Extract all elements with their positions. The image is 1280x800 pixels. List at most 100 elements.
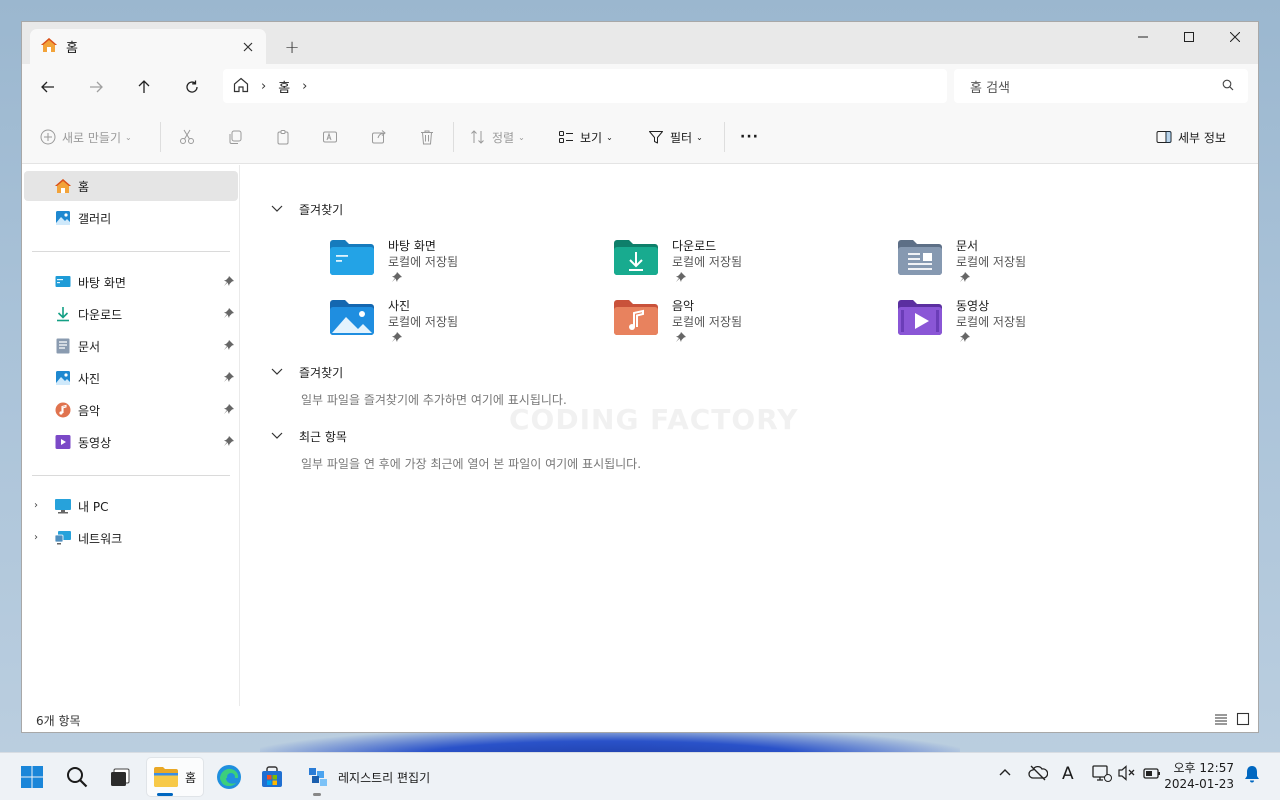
tile-documents[interactable]: 문서 로컬에 저장됨 xyxy=(898,237,1148,293)
cut-button[interactable] xyxy=(179,124,195,150)
network-tray-button[interactable] xyxy=(1092,765,1112,786)
details-pane-icon xyxy=(1156,131,1172,143)
sidebar-item-label: 네트워크 xyxy=(78,531,123,546)
minimize-icon xyxy=(1138,36,1148,38)
sidebar-item-pictures[interactable]: 사진 xyxy=(24,363,238,393)
sidebar-item-this-pc[interactable]: › 내 PC xyxy=(24,491,238,521)
taskbar-regedit-button[interactable] xyxy=(302,761,334,793)
divider xyxy=(453,122,454,152)
tile-view-icon xyxy=(1236,712,1250,726)
volume-muted-icon xyxy=(1118,765,1135,781)
pin-icon[interactable] xyxy=(224,339,234,353)
clock[interactable]: 오후 12:57 2024-01-23 xyxy=(1164,760,1234,792)
battery-tray-button[interactable] xyxy=(1142,765,1162,784)
tile-desktop[interactable]: 바탕 화면 로컬에 저장됨 xyxy=(330,237,580,293)
running-indicator xyxy=(313,793,321,796)
address-bar[interactable]: › 홈 › xyxy=(223,69,947,103)
divider xyxy=(160,122,161,152)
maximize-button[interactable] xyxy=(1166,22,1212,52)
scissors-icon xyxy=(180,129,194,144)
task-view-button[interactable] xyxy=(104,761,136,793)
sidebar-item-home[interactable]: 홈 xyxy=(24,171,238,201)
onedrive-tray-button[interactable] xyxy=(1028,765,1049,784)
tile-pictures[interactable]: 사진 로컬에 저장됨 xyxy=(330,297,580,353)
network-status-icon xyxy=(1092,765,1112,782)
tile-music[interactable]: 음악 로컬에 저장됨 xyxy=(614,297,864,353)
tile-videos[interactable]: 동영상 로컬에 저장됨 xyxy=(898,297,1148,353)
delete-button[interactable] xyxy=(419,124,435,150)
pin-icon[interactable] xyxy=(224,371,234,385)
refresh-button[interactable] xyxy=(176,72,208,102)
clock-time: 오후 12:57 xyxy=(1173,761,1234,775)
sidebar-item-label: 문서 xyxy=(78,339,101,354)
chevron-right-icon[interactable]: › xyxy=(34,500,38,511)
ime-indicator[interactable]: A xyxy=(1062,764,1074,784)
start-button[interactable] xyxy=(16,761,48,793)
sort-button[interactable]: 정렬 ⌄ xyxy=(470,124,525,150)
search-button[interactable] xyxy=(61,761,93,793)
search-input[interactable]: 홈 검색 xyxy=(954,69,1248,103)
pin-icon[interactable] xyxy=(224,275,234,289)
forward-button[interactable] xyxy=(80,72,112,102)
breadcrumb-home[interactable]: 홈 xyxy=(278,77,290,96)
show-hidden-icons-button[interactable] xyxy=(998,765,1012,782)
taskbar-store-button[interactable] xyxy=(256,761,288,793)
new-button[interactable]: 새로 만들기 ⌄ xyxy=(40,124,132,150)
sidebar-item-label: 음악 xyxy=(78,403,101,418)
navigation-bar: › 홈 › 홈 검색 xyxy=(22,64,1258,110)
layout-switcher xyxy=(1214,712,1250,729)
section-title: 최근 항목 xyxy=(299,429,347,444)
sidebar-item-documents[interactable]: 문서 xyxy=(24,331,238,361)
chevron-up-icon xyxy=(999,769,1011,776)
volume-tray-button[interactable] xyxy=(1118,765,1136,784)
more-options-button[interactable]: ··· xyxy=(740,124,759,150)
title-bar: 홈 + xyxy=(22,22,1258,64)
tab-home[interactable]: 홈 xyxy=(30,29,266,64)
pin-icon[interactable] xyxy=(224,403,234,417)
filter-button[interactable]: 필터 ⌄ xyxy=(648,124,703,150)
sidebar-item-gallery[interactable]: 갤러리 xyxy=(24,203,238,233)
details-view-button[interactable] xyxy=(1214,712,1228,729)
sidebar-item-label: 동영상 xyxy=(78,435,112,450)
tiles-view-button[interactable] xyxy=(1236,712,1250,729)
close-icon xyxy=(1230,32,1240,42)
pictures-folder-icon xyxy=(330,300,374,335)
back-button[interactable] xyxy=(32,72,64,102)
close-tab-button[interactable] xyxy=(238,37,258,57)
section-favorites-header[interactable]: 즐겨찾기 xyxy=(271,362,343,382)
paste-button[interactable] xyxy=(275,124,291,150)
up-button[interactable] xyxy=(128,72,160,102)
sidebar-item-videos[interactable]: 동영상 xyxy=(24,427,238,457)
rename-button[interactable] xyxy=(322,124,338,150)
section-quick-access-header[interactable]: 즐겨찾기 xyxy=(271,199,343,219)
details-pane-button[interactable]: 세부 정보 xyxy=(1156,124,1226,150)
tile-downloads[interactable]: 다운로드 로컬에 저장됨 xyxy=(614,237,864,293)
sidebar-item-desktop[interactable]: 바탕 화면 xyxy=(24,267,238,297)
sidebar-item-label: 홈 xyxy=(78,179,90,194)
section-recent-header[interactable]: 최근 항목 xyxy=(271,426,347,446)
content-area: 즐겨찾기 바탕 화면 로컬에 저장됨 다운로드 로컬에 저장됨 문서 로컬에 저… xyxy=(241,165,1258,706)
sidebar-item-downloads[interactable]: 다운로드 xyxy=(24,299,238,329)
share-button[interactable] xyxy=(371,124,387,150)
chevron-right-icon[interactable]: › xyxy=(302,79,307,94)
pin-icon[interactable] xyxy=(224,435,234,449)
view-button[interactable]: 보기 ⌄ xyxy=(558,124,613,150)
maximize-icon xyxy=(1184,32,1194,42)
arrow-up-icon xyxy=(138,80,150,93)
close-window-button[interactable] xyxy=(1212,22,1258,52)
taskbar-explorer-button[interactable]: 홈 xyxy=(146,757,204,797)
close-icon xyxy=(243,42,253,52)
tile-status: 로컬에 저장됨 xyxy=(388,315,459,329)
notifications-button[interactable] xyxy=(1244,765,1260,786)
copy-button[interactable] xyxy=(227,124,243,150)
sidebar-item-music[interactable]: 음악 xyxy=(24,395,238,425)
chevron-right-icon[interactable]: › xyxy=(34,532,38,543)
taskbar-edge-button[interactable] xyxy=(213,761,245,793)
new-tab-button[interactable]: + xyxy=(280,35,304,59)
pin-icon[interactable] xyxy=(224,307,234,321)
music-folder-icon xyxy=(614,300,658,335)
minimize-button[interactable] xyxy=(1120,22,1166,52)
tile-name: 다운로드 xyxy=(672,239,717,253)
this-pc-icon xyxy=(54,497,72,515)
sidebar-item-network[interactable]: › 네트워크 xyxy=(24,523,238,553)
